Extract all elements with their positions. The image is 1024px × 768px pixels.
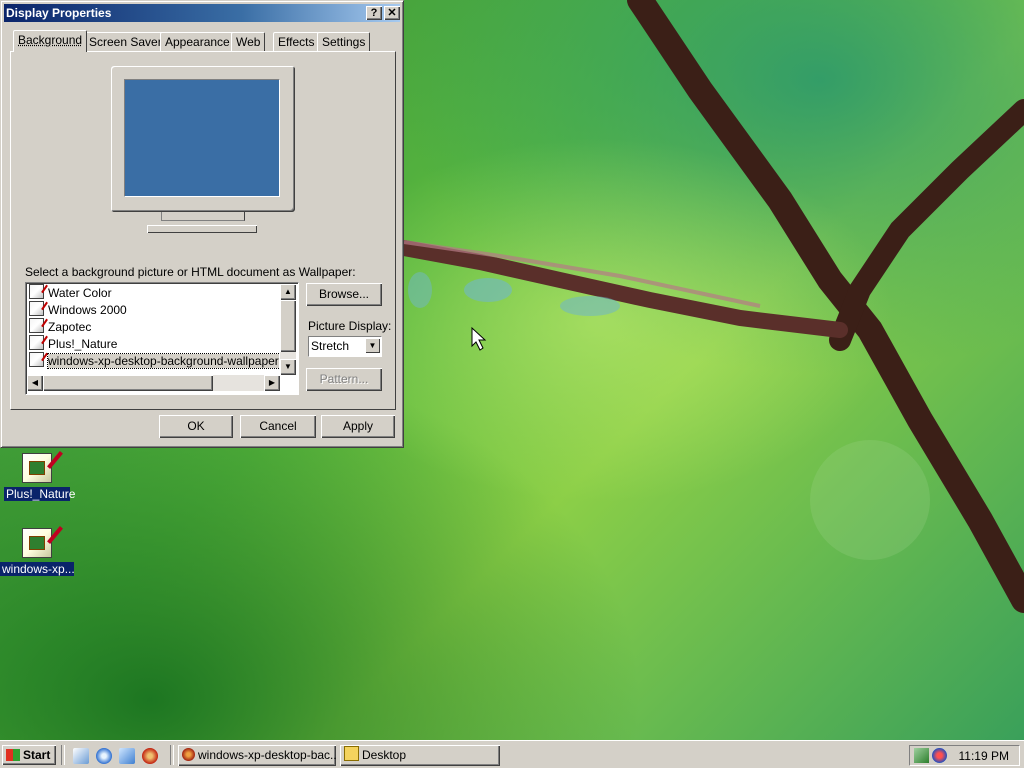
preview-screen <box>124 79 280 197</box>
vertical-scrollbar[interactable]: ▲ ▼ <box>280 284 296 375</box>
scroll-left-button[interactable]: ◀ <box>27 375 43 391</box>
wallpaper-file-icon <box>22 453 52 483</box>
display-settings-icon[interactable] <box>932 748 947 763</box>
vertical-scroll-thumb[interactable] <box>280 300 296 352</box>
wallpaper-file-icon <box>29 352 44 367</box>
task-button-desktop[interactable]: Desktop <box>340 745 500 766</box>
separator <box>61 745 65 765</box>
list-item[interactable]: Plus!_Nature <box>29 335 279 352</box>
ok-button[interactable]: OK <box>159 415 233 438</box>
window-title: Display Properties <box>6 6 112 20</box>
tab-effects[interactable]: Effects <box>273 32 320 51</box>
chevron-down-icon[interactable]: ▼ <box>365 338 380 353</box>
scroll-down-button[interactable]: ▼ <box>280 359 296 375</box>
tab-web[interactable]: Web <box>231 32 266 51</box>
tab-appearance[interactable]: Appearance <box>160 32 235 51</box>
wallpaper-file-icon <box>29 318 44 333</box>
scroll-right-button[interactable]: ▶ <box>264 375 280 391</box>
tab-settings[interactable]: Settings <box>317 32 371 51</box>
list-item[interactable]: Water Color <box>29 284 279 301</box>
wallpaper-file-icon <box>29 284 44 299</box>
title-bar[interactable]: Display Properties ? ✕ <box>4 4 400 22</box>
list-item[interactable]: Zapotec <box>29 318 279 335</box>
cancel-button[interactable]: Cancel <box>240 415 316 438</box>
tab-background[interactable]: Background <box>13 30 88 52</box>
mouse-cursor-icon <box>471 326 487 351</box>
monitor-preview <box>111 66 295 212</box>
media-player-icon[interactable] <box>142 748 158 764</box>
wallpaper-list[interactable]: Water Color Windows 2000 Zapotec Plus!_N… <box>25 282 299 395</box>
wallpaper-file-icon <box>22 528 52 558</box>
apply-button[interactable]: Apply <box>321 415 395 438</box>
scroll-up-button[interactable]: ▲ <box>280 284 296 300</box>
wallpaper-file-icon <box>29 301 44 316</box>
desktop-icon-plus-nature[interactable]: Plus!_Nature <box>4 453 75 501</box>
taskbar: Start windows-xp-desktop-bac... Desktop … <box>0 740 1024 768</box>
task-button-image-viewer[interactable]: windows-xp-desktop-bac... <box>178 745 336 766</box>
tab-strip: Background Screen Saver Appearance Web E… <box>11 30 391 52</box>
windows-logo-icon <box>6 749 20 761</box>
system-tray: 11:19 PM <box>909 745 1020 766</box>
image-viewer-icon <box>182 748 195 761</box>
list-item-selected[interactable]: windows-xp-desktop-background-wallpaper-… <box>29 352 279 369</box>
folder-icon <box>344 746 359 761</box>
outlook-express-icon[interactable] <box>119 748 135 764</box>
picture-display-select[interactable]: Stretch ▼ <box>308 336 382 357</box>
clock[interactable]: 11:19 PM <box>959 749 1009 763</box>
wallpaper-file-icon <box>29 335 44 350</box>
monitor-base <box>147 225 257 233</box>
help-button[interactable]: ? <box>366 6 382 20</box>
internet-explorer-icon[interactable] <box>96 748 112 764</box>
browse-button[interactable]: Browse... <box>306 283 382 306</box>
monitor-neck <box>161 212 245 221</box>
horizontal-scrollbar[interactable]: ◀ ▶ <box>27 375 280 391</box>
picture-display-label: Picture Display: <box>308 319 392 333</box>
start-button[interactable]: Start <box>2 745 56 765</box>
show-desktop-icon[interactable] <box>73 748 89 764</box>
horizontal-scroll-thumb[interactable] <box>43 375 213 391</box>
list-item[interactable]: Windows 2000 <box>29 301 279 318</box>
tab-screen-saver[interactable]: Screen Saver <box>84 32 167 51</box>
desktop-icon-windows-xp[interactable]: windows-xp... <box>0 528 75 576</box>
display-properties-dialog: Display Properties ? ✕ Background Screen… <box>0 0 404 448</box>
wallpaper-prompt: Select a background picture or HTML docu… <box>25 265 356 279</box>
network-icon[interactable] <box>914 748 929 763</box>
pattern-button[interactable]: Pattern... <box>306 368 382 391</box>
separator <box>170 745 174 765</box>
close-button[interactable]: ✕ <box>384 6 400 20</box>
